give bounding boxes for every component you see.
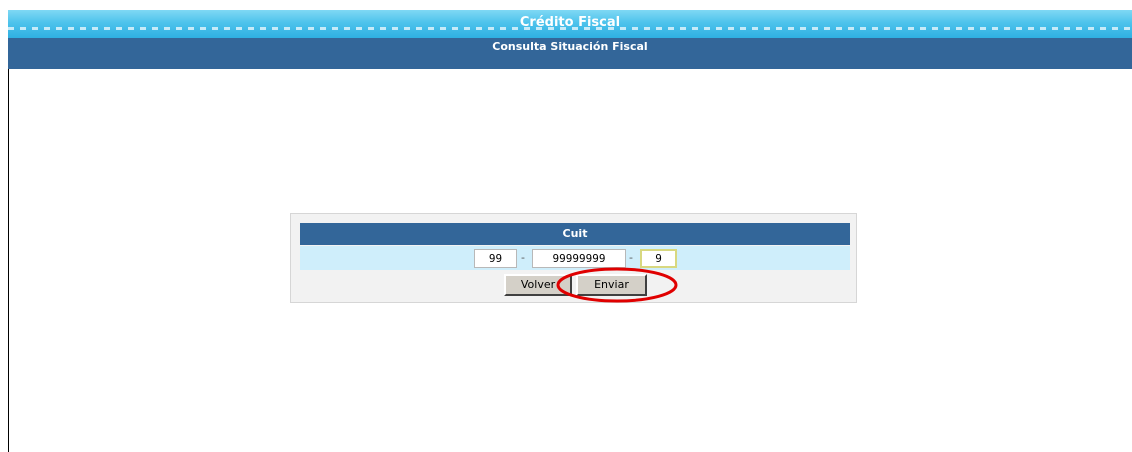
- cuit-label: Cuit: [300, 223, 850, 245]
- app-title: Crédito Fiscal: [519, 15, 621, 30]
- cuit-separator: -: [629, 251, 633, 264]
- cuit-input-row: - -: [300, 246, 850, 270]
- volver-button[interactable]: Volver: [504, 274, 572, 296]
- cuit-number-input[interactable]: [532, 249, 626, 268]
- cuit-prefix-input[interactable]: [474, 249, 517, 268]
- page-subtitle-bar: Consulta Situación Fiscal: [8, 38, 1132, 69]
- page: Crédito Fiscal Consulta Situación Fiscal…: [0, 0, 1132, 452]
- enviar-button[interactable]: Enviar: [576, 274, 647, 296]
- left-border-line: [8, 10, 9, 452]
- cuit-separator: -: [521, 251, 525, 264]
- cuit-form-panel: Cuit - -: [290, 213, 857, 303]
- app-header: Crédito Fiscal: [8, 10, 1132, 38]
- page-subtitle: Consulta Situación Fiscal: [492, 40, 648, 53]
- cuit-check-digit-input[interactable]: [640, 249, 677, 268]
